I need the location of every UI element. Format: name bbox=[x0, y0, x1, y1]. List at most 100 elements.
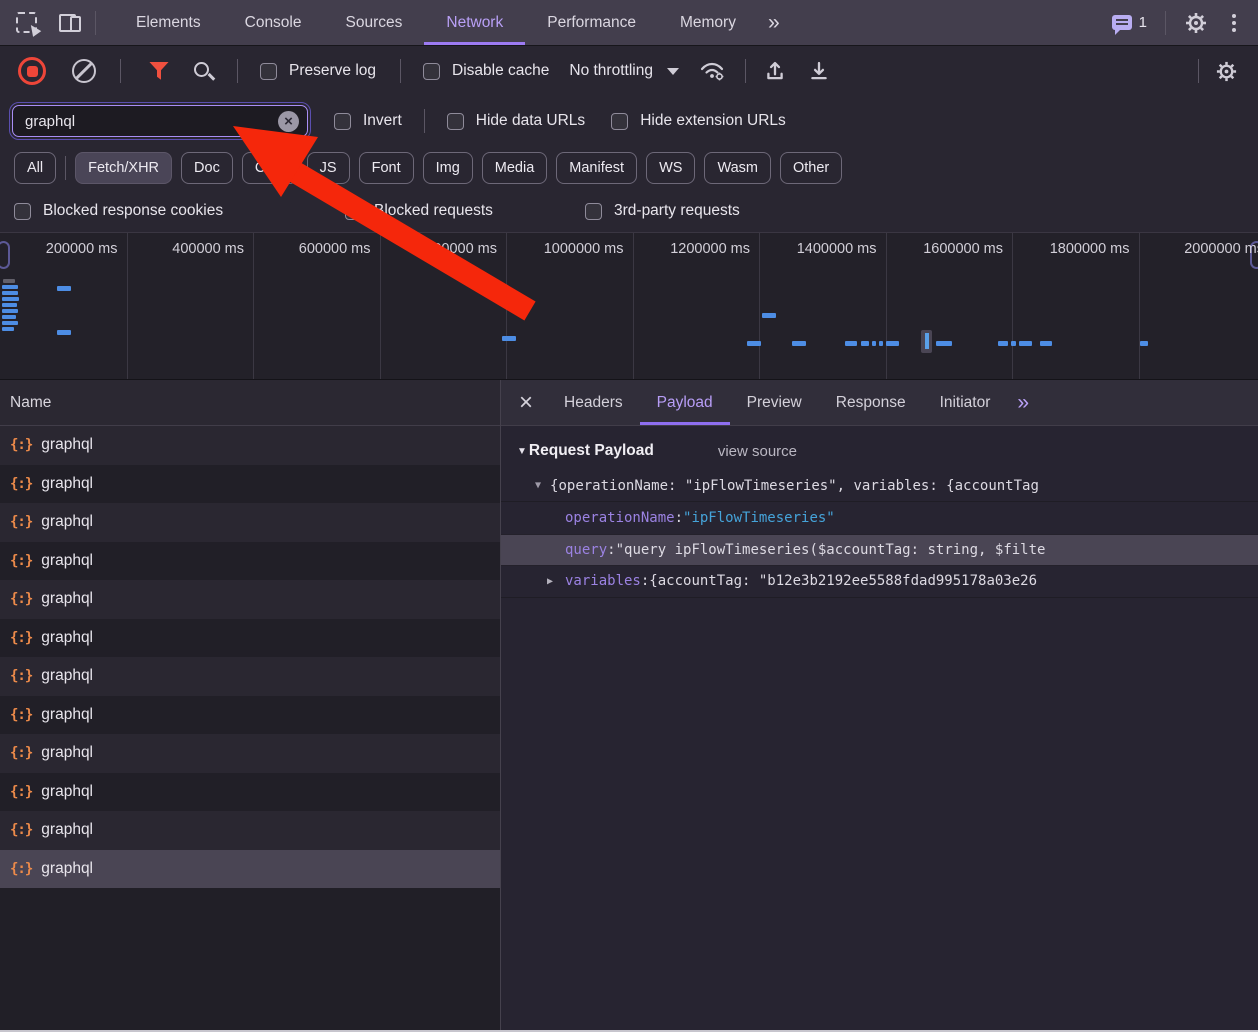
tab-sources[interactable]: Sources bbox=[324, 0, 425, 45]
divider bbox=[424, 109, 425, 133]
chip-media[interactable]: Media bbox=[482, 152, 548, 184]
request-row[interactable]: {:}graphql bbox=[0, 850, 500, 889]
collapse-triangle-icon[interactable]: ▼ bbox=[535, 480, 541, 491]
more-tabs-icon[interactable]: » bbox=[758, 12, 790, 33]
chip-doc[interactable]: Doc bbox=[181, 152, 233, 184]
chip-other[interactable]: Other bbox=[780, 152, 842, 184]
network-overview-timeline[interactable]: 200000 ms400000 ms600000 ms800000 ms1000… bbox=[0, 232, 1258, 380]
device-toolbar-icon[interactable] bbox=[59, 14, 81, 32]
chip-font[interactable]: Font bbox=[359, 152, 414, 184]
timeline-request-bar bbox=[1019, 341, 1032, 346]
fetch-json-icon: {:} bbox=[10, 707, 32, 723]
settings-gear-icon[interactable] bbox=[1184, 11, 1208, 35]
request-row[interactable]: {:}graphql bbox=[0, 580, 500, 619]
expand-triangle-icon[interactable]: ▶ bbox=[547, 576, 557, 587]
blocked-requests-item[interactable]: Blocked requests bbox=[345, 202, 585, 220]
blocked-requests-checkbox[interactable] bbox=[345, 203, 362, 220]
request-row[interactable]: {:}graphql bbox=[0, 619, 500, 658]
resource-type-chips: All Fetch/XHR Doc CSS JS Font Img MediaManifest… bbox=[0, 146, 1258, 190]
details-tab-response[interactable]: Response bbox=[819, 380, 923, 425]
chip-all[interactable]: All bbox=[14, 152, 56, 184]
name-column-header[interactable]: Name bbox=[0, 380, 500, 426]
clear-filter-icon[interactable]: × bbox=[278, 111, 299, 132]
preserve-log-checkbox-item[interactable]: Preserve log bbox=[260, 62, 376, 80]
invert-checkbox[interactable] bbox=[334, 113, 351, 130]
request-row[interactable]: {:}graphql bbox=[0, 657, 500, 696]
blocked-response-cookies-item[interactable]: Blocked response cookies bbox=[14, 202, 345, 220]
invert-checkbox-item[interactable]: Invert bbox=[334, 112, 402, 130]
filter-input[interactable] bbox=[23, 112, 278, 131]
third-party-requests-checkbox[interactable] bbox=[585, 203, 602, 220]
chip-img[interactable]: Img bbox=[423, 152, 473, 184]
timeline-request-bar bbox=[1140, 341, 1148, 346]
clear-network-log-icon[interactable] bbox=[72, 59, 96, 83]
timeline-request-bar bbox=[872, 341, 876, 346]
third-party-requests-item[interactable]: 3rd-party requests bbox=[585, 202, 740, 220]
disable-cache-checkbox-item[interactable]: Disable cache bbox=[423, 62, 549, 80]
tab-console[interactable]: Console bbox=[223, 0, 324, 45]
request-row[interactable]: {:}graphql bbox=[0, 773, 500, 812]
details-tab-payload[interactable]: Payload bbox=[640, 380, 730, 425]
filter-text-field[interactable]: × bbox=[12, 105, 308, 137]
timeline-request-bar bbox=[936, 341, 952, 346]
tab-network[interactable]: Network bbox=[424, 0, 525, 45]
divider bbox=[745, 59, 746, 83]
request-row[interactable]: {:}graphql bbox=[0, 542, 500, 581]
hide-data-urls-checkbox[interactable] bbox=[447, 113, 464, 130]
inspect-element-icon[interactable] bbox=[16, 12, 37, 33]
network-settings-gear-icon[interactable] bbox=[1215, 60, 1238, 83]
payload-line-query[interactable]: query: "query ipFlowTimeseries($accountT… bbox=[501, 534, 1258, 566]
payload-root-line[interactable]: ▼ {operationName: "ipFlowTimeseries", va… bbox=[501, 470, 1258, 501]
network-conditions-icon[interactable] bbox=[699, 61, 725, 81]
close-details-icon[interactable]: × bbox=[501, 391, 547, 415]
timeline-request-bar bbox=[502, 336, 516, 341]
payload-line-variables[interactable]: ▶variables: {accountTag: "b12e3b2192ee55… bbox=[501, 565, 1258, 597]
import-har-icon[interactable] bbox=[764, 60, 786, 82]
fetch-json-icon: {:} bbox=[10, 476, 32, 492]
disable-cache-checkbox[interactable] bbox=[423, 63, 440, 80]
disable-cache-label: Disable cache bbox=[452, 62, 549, 80]
chip-js[interactable]: JS bbox=[307, 152, 350, 184]
chip-css[interactable]: CSS bbox=[242, 152, 298, 184]
request-name: graphql bbox=[41, 475, 93, 493]
request-row[interactable]: {:} graphql bbox=[0, 465, 500, 504]
request-row[interactable]: {:}graphql bbox=[0, 503, 500, 542]
blocked-response-cookies-checkbox[interactable] bbox=[14, 203, 31, 220]
view-source-link[interactable]: view source bbox=[718, 443, 797, 460]
chip-wasm[interactable]: Wasm bbox=[704, 152, 771, 184]
request-row[interactable]: {:}graphql bbox=[0, 426, 500, 465]
hide-data-urls-label: Hide data URLs bbox=[476, 112, 585, 130]
third-party-requests-label: 3rd-party requests bbox=[614, 202, 740, 220]
throttling-select[interactable]: No throttling bbox=[569, 62, 679, 80]
request-row[interactable]: {:}graphql bbox=[0, 696, 500, 735]
request-row[interactable]: {:}graphql bbox=[0, 734, 500, 773]
timeline-request-bar bbox=[2, 321, 18, 325]
issues-counter[interactable]: 1 bbox=[1112, 14, 1147, 31]
request-payload-title[interactable]: Request Payload bbox=[529, 442, 654, 460]
search-icon[interactable] bbox=[193, 61, 213, 81]
customize-menu-icon[interactable] bbox=[1226, 14, 1242, 32]
tab-memory[interactable]: Memory bbox=[658, 0, 758, 45]
hide-extension-urls-checkbox[interactable] bbox=[611, 113, 628, 130]
export-har-icon[interactable] bbox=[808, 60, 830, 82]
filter-icon[interactable] bbox=[149, 62, 169, 81]
collapse-triangle-icon[interactable]: ▼ bbox=[517, 446, 527, 457]
details-tab-preview[interactable]: Preview bbox=[730, 380, 819, 425]
payload-line-operationName[interactable]: operationName: "ipFlowTimeseries" bbox=[501, 502, 1258, 534]
chip-fetch-xhr[interactable]: Fetch/XHR bbox=[75, 152, 172, 184]
hide-data-urls-checkbox-item[interactable]: Hide data URLs bbox=[447, 112, 585, 130]
chip-manifest[interactable]: Manifest bbox=[556, 152, 637, 184]
timeline-gridline bbox=[1139, 233, 1140, 379]
hide-extension-urls-checkbox-item[interactable]: Hide extension URLs bbox=[611, 112, 786, 130]
details-tab-initiator[interactable]: Initiator bbox=[923, 380, 1008, 425]
record-network-log-icon[interactable] bbox=[18, 57, 46, 85]
request-name: graphql bbox=[41, 744, 93, 762]
tab-elements[interactable]: Elements bbox=[114, 0, 223, 45]
details-more-tabs-icon[interactable]: » bbox=[1007, 392, 1039, 413]
chip-ws[interactable]: WS bbox=[646, 152, 695, 184]
timeline-request-bar bbox=[2, 327, 14, 331]
tab-performance[interactable]: Performance bbox=[525, 0, 658, 45]
request-row[interactable]: {:}graphql bbox=[0, 811, 500, 850]
details-tab-headers[interactable]: Headers bbox=[547, 380, 640, 425]
preserve-log-checkbox[interactable] bbox=[260, 63, 277, 80]
